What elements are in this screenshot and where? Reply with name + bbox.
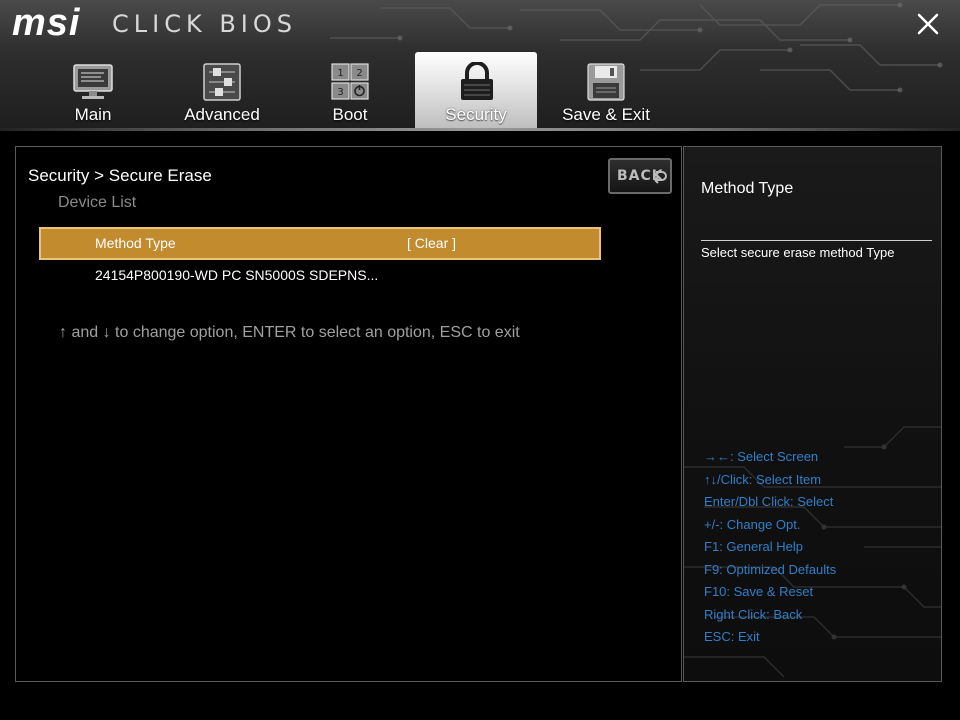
key-help-list: →←: Select Screen ↑↓/Click: Select Item … [704,448,836,651]
breadcrumb: Security > Secure Erase [28,166,212,185]
svg-text:2: 2 [356,68,362,79]
tab-advanced[interactable]: Advanced [160,52,284,130]
tab-main[interactable]: Main [31,52,155,130]
svg-text:3: 3 [337,87,343,98]
return-arrow-icon [654,171,667,184]
key-help-item: ESC: Exit [704,629,760,644]
close-icon[interactable] [914,10,942,38]
key-help-item: →←: Select Screen [704,449,819,464]
svg-text:1: 1 [337,68,343,79]
key-help-item: F1: General Help [704,539,803,554]
method-type-value: [ Clear ] [407,235,457,251]
section-label: Device List [58,194,137,211]
tab-main-label: Main [74,105,112,124]
msi-logo: msi [12,2,81,44]
method-type-label: Method Type [95,235,176,251]
navigation-hint: ↑ and ↓ to change option, ENTER to selec… [59,324,520,341]
tab-save-exit[interactable]: Save & Exit [544,52,668,130]
key-help-item: +/-: Change Opt. [704,516,801,532]
floppy-disk-icon [587,63,625,101]
main-panel: Security > Secure Erase Device List BACK… [15,146,682,682]
tab-divider [0,128,960,131]
tab-save-exit-label: Save & Exit [562,105,650,124]
bios-header: msi CLICK BIOS Main Advanced 1 2 3 Boot … [0,0,960,130]
product-name: CLICK BIOS [112,10,297,38]
tab-boot[interactable]: 1 2 3 Boot [288,52,412,130]
help-panel: Method Type Select secure erase method T… [683,146,942,682]
help-title: Method Type [701,180,794,197]
key-help-item: F9: Optimized Defaults [704,561,837,577]
key-help-item: ↑↓/Click: Select Item [704,471,822,487]
device-name: 24154P800190-WD PC SN5000S SDEPNS... [95,267,379,283]
help-divider [701,240,932,241]
back-button[interactable]: BACK [608,158,672,194]
key-help-item: F10: Save & Reset [704,584,814,599]
method-type-row[interactable]: Method Type [ Clear ] [39,227,601,260]
boot-order-icon: 1 2 3 [331,63,369,100]
sliders-icon [203,63,241,101]
device-row[interactable]: 24154P800190-WD PC SN5000S SDEPNS... [39,265,601,289]
tab-advanced-label: Advanced [184,105,260,124]
tab-boot-label: Boot [332,105,368,124]
tab-bar: Main Advanced 1 2 3 Boot Security Save &… [30,52,930,130]
key-help-item: Enter/Dbl Click: Select [704,494,834,509]
key-help-item: Right Click: Back [704,606,803,622]
tab-security-label: Security [445,105,507,124]
padlock-icon [461,62,493,100]
help-description: Select secure erase method Type [701,245,895,260]
tab-security[interactable]: Security [415,52,537,130]
monitor-icon [73,64,113,99]
